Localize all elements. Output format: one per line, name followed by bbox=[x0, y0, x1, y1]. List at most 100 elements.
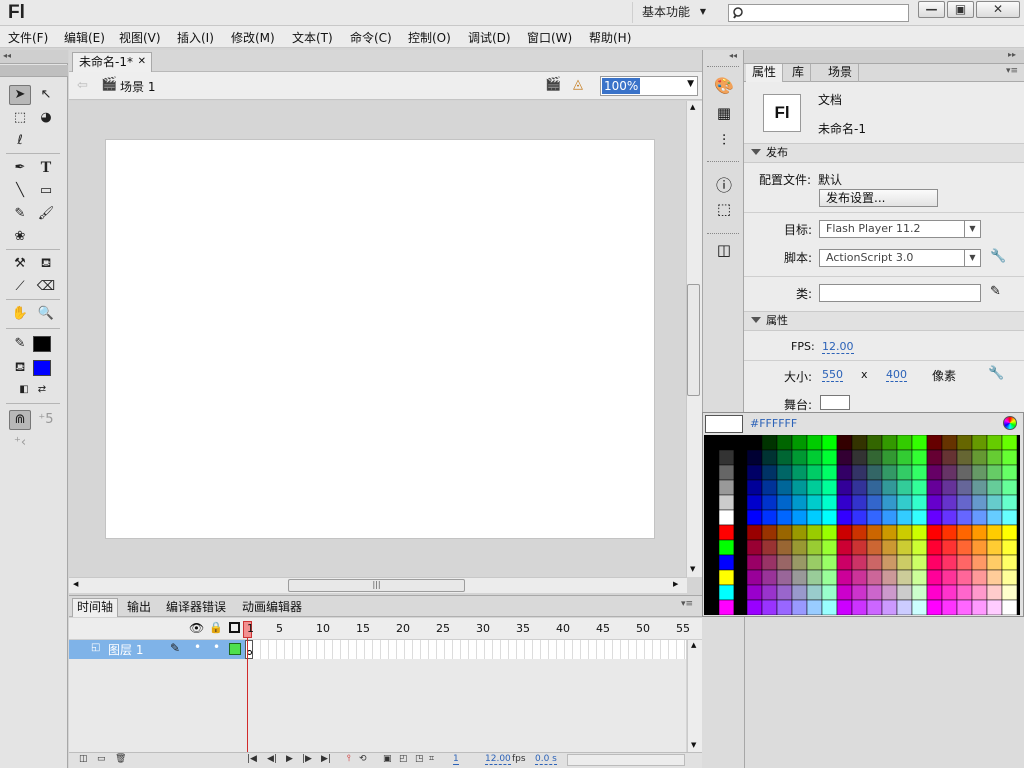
wrench-icon[interactable]: 🔧 bbox=[990, 249, 1006, 264]
pencil-tool-icon[interactable]: ✎ bbox=[9, 204, 31, 224]
layer-row[interactable]: ◱ 图层 1 ✎ • • bbox=[69, 640, 245, 659]
color-swatch[interactable] bbox=[926, 449, 943, 466]
delete-layer-icon[interactable]: 🗑 bbox=[115, 754, 126, 764]
color-swatch[interactable] bbox=[941, 494, 958, 511]
color-swatch[interactable] bbox=[836, 554, 853, 571]
tab-properties[interactable]: 属性 bbox=[746, 64, 784, 82]
lasso-tool-icon[interactable]: ℓ bbox=[9, 131, 31, 151]
color-swatch[interactable] bbox=[971, 539, 988, 556]
color-swatch[interactable] bbox=[746, 509, 763, 526]
color-swatch[interactable] bbox=[956, 494, 973, 511]
color-swatch[interactable] bbox=[926, 494, 943, 511]
color-swatch[interactable] bbox=[941, 435, 958, 451]
color-swatch[interactable] bbox=[956, 435, 973, 451]
color-swatch[interactable] bbox=[911, 494, 928, 511]
color-swatch[interactable] bbox=[821, 539, 838, 556]
scroll-up-icon[interactable]: ▲ bbox=[690, 103, 695, 111]
color-swatch[interactable] bbox=[776, 479, 793, 496]
eraser-tool-icon[interactable]: ⌫ bbox=[35, 277, 57, 297]
stage-width[interactable]: 550 bbox=[822, 368, 843, 382]
eye-icon[interactable]: 👁 bbox=[189, 621, 204, 635]
color-swatch[interactable] bbox=[821, 554, 838, 571]
color-swatch[interactable] bbox=[806, 584, 823, 601]
color-swatch[interactable] bbox=[986, 584, 1003, 601]
stroke-color-swatch[interactable] bbox=[33, 336, 51, 352]
color-swatch[interactable] bbox=[896, 524, 913, 541]
close-icon[interactable]: ✕ bbox=[138, 53, 146, 71]
color-swatch[interactable] bbox=[746, 494, 763, 511]
color-swatch[interactable] bbox=[851, 599, 868, 615]
color-swatch[interactable] bbox=[761, 464, 778, 481]
color-swatch[interactable] bbox=[971, 494, 988, 511]
layer-name[interactable]: 图层 1 bbox=[108, 641, 143, 658]
color-swatch[interactable] bbox=[746, 435, 763, 451]
color-swatch[interactable] bbox=[881, 509, 898, 526]
color-swatch[interactable] bbox=[986, 524, 1003, 541]
color-swatch[interactable] bbox=[704, 584, 720, 601]
color-swatch[interactable] bbox=[806, 464, 823, 481]
color-swatch[interactable] bbox=[821, 494, 838, 511]
color-swatch[interactable] bbox=[971, 569, 988, 586]
color-swatch[interactable] bbox=[911, 435, 928, 451]
workspace-switcher[interactable]: 基本功能 ▼ bbox=[632, 2, 714, 23]
color-swatch[interactable] bbox=[866, 464, 883, 481]
edit-symbols-icon[interactable]: ◬ bbox=[573, 77, 583, 92]
color-swatch[interactable] bbox=[718, 479, 735, 496]
color-swatch[interactable] bbox=[791, 539, 808, 556]
color-swatch[interactable] bbox=[851, 435, 868, 451]
color-swatch[interactable] bbox=[911, 554, 928, 571]
menu-commands[interactable]: 命令(C) bbox=[350, 29, 392, 46]
color-swatch[interactable] bbox=[718, 494, 735, 511]
color-swatch[interactable] bbox=[881, 554, 898, 571]
color-swatch[interactable] bbox=[926, 435, 943, 451]
onion-skin-icon[interactable]: ▣ bbox=[383, 754, 392, 764]
color-swatch[interactable] bbox=[821, 569, 838, 586]
color-swatch[interactable] bbox=[1001, 584, 1018, 601]
step-forward-icon[interactable]: |▶ bbox=[302, 754, 312, 764]
color-swatch[interactable] bbox=[791, 599, 808, 615]
color-swatch[interactable] bbox=[971, 599, 988, 615]
color-swatch[interactable] bbox=[746, 539, 763, 556]
selection-tool-icon[interactable]: ➤ bbox=[9, 85, 31, 105]
menu-text[interactable]: 文本(T) bbox=[292, 29, 333, 46]
color-swatch[interactable] bbox=[866, 539, 883, 556]
tab-timeline[interactable]: 时间轴 bbox=[72, 598, 119, 617]
dock-gripper[interactable] bbox=[707, 161, 739, 162]
color-swatch[interactable] bbox=[1001, 464, 1018, 481]
color-swatch[interactable] bbox=[776, 435, 793, 451]
color-swatch[interactable] bbox=[881, 599, 898, 615]
color-swatch[interactable] bbox=[806, 524, 823, 541]
tab-output[interactable]: 输出 bbox=[122, 598, 156, 617]
snap-magnet-icon[interactable]: ⋒ bbox=[9, 410, 31, 430]
color-swatch[interactable] bbox=[896, 599, 913, 615]
color-swatch[interactable] bbox=[926, 479, 943, 496]
color-swatch[interactable] bbox=[911, 524, 928, 541]
color-swatch[interactable] bbox=[941, 524, 958, 541]
color-swatch[interactable] bbox=[866, 479, 883, 496]
rectangle-tool-icon[interactable]: ▭ bbox=[35, 181, 57, 201]
color-swatch[interactable] bbox=[806, 479, 823, 496]
color-swatch[interactable] bbox=[941, 539, 958, 556]
text-tool-icon[interactable]: T bbox=[35, 158, 57, 178]
outline-color-box[interactable] bbox=[229, 643, 241, 655]
color-swatch[interactable] bbox=[986, 539, 1003, 556]
close-button[interactable]: ✕ bbox=[976, 1, 1020, 18]
color-swatch[interactable] bbox=[806, 569, 823, 586]
modify-onion-markers-icon[interactable]: ⌗ bbox=[429, 754, 434, 764]
color-swatch[interactable] bbox=[746, 569, 763, 586]
color-wheel-icon[interactable] bbox=[1003, 416, 1017, 430]
menu-modify[interactable]: 修改(M) bbox=[231, 29, 275, 46]
color-swatch[interactable] bbox=[791, 584, 808, 601]
menu-view[interactable]: 视图(V) bbox=[119, 29, 161, 46]
color-swatch[interactable] bbox=[986, 554, 1003, 571]
new-folder-icon[interactable]: ▭ bbox=[97, 754, 106, 764]
color-swatch[interactable] bbox=[718, 435, 735, 451]
vertical-scroll-thumb[interactable] bbox=[687, 284, 700, 396]
section-publish[interactable]: 发布 bbox=[744, 143, 1024, 163]
color-swatch[interactable] bbox=[761, 435, 778, 451]
color-swatch[interactable] bbox=[911, 599, 928, 615]
color-swatch[interactable] bbox=[881, 569, 898, 586]
color-swatch[interactable] bbox=[1001, 479, 1018, 496]
color-swatch[interactable] bbox=[956, 584, 973, 601]
color-swatch[interactable] bbox=[1001, 599, 1018, 615]
